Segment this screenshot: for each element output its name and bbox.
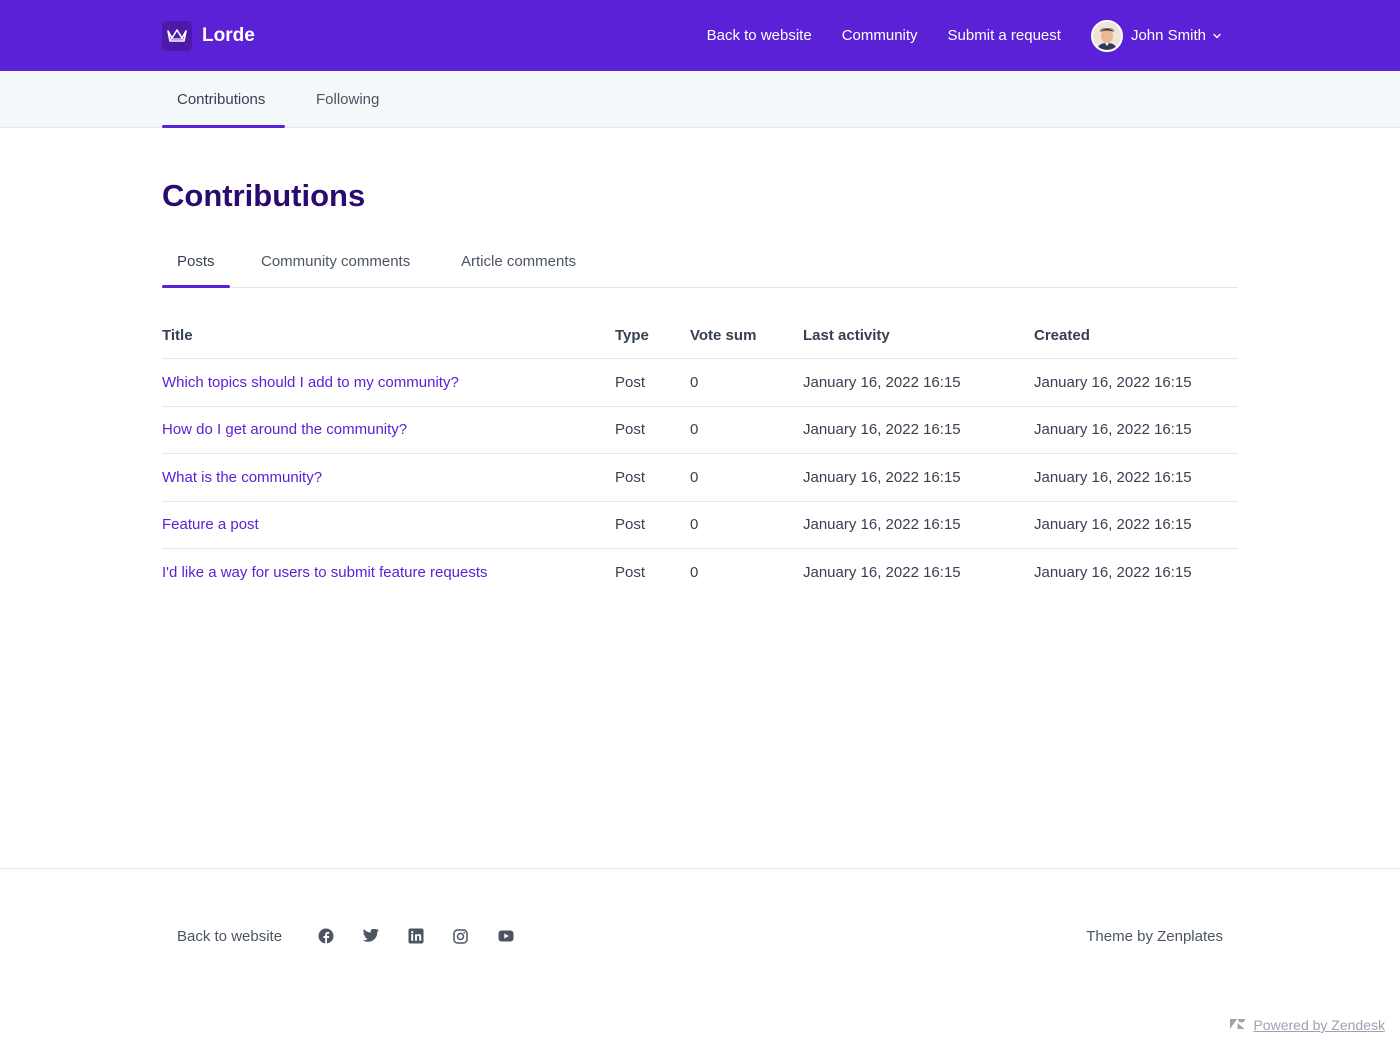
contribution-tabs: Posts Community comments Article comment… bbox=[162, 236, 1238, 288]
post-title-link[interactable]: What is the community? bbox=[162, 469, 322, 486]
table-row: How do I get around the community? Post … bbox=[162, 407, 1238, 454]
post-created: January 16, 2022 16:15 bbox=[1034, 373, 1192, 391]
post-last-activity: January 16, 2022 16:15 bbox=[803, 516, 961, 534]
youtube-icon[interactable] bbox=[483, 922, 528, 950]
powered-by-zendesk-link[interactable]: Powered by Zendesk bbox=[1253, 1017, 1385, 1033]
post-type: Post bbox=[615, 564, 646, 582]
post-created: January 16, 2022 16:15 bbox=[1034, 468, 1192, 486]
post-created: January 16, 2022 16:15 bbox=[1034, 516, 1192, 534]
footer-links: Back to website bbox=[177, 922, 528, 950]
post-last-activity: January 16, 2022 16:15 bbox=[803, 564, 961, 582]
post-last-activity: January 16, 2022 16:15 bbox=[803, 421, 961, 439]
crown-logo-icon bbox=[162, 20, 192, 51]
post-vote-sum: 0 bbox=[690, 564, 699, 582]
post-vote-sum: 0 bbox=[690, 373, 699, 391]
post-type: Post bbox=[615, 373, 646, 391]
table-row: Feature a post Post 0 January 16, 2022 1… bbox=[162, 502, 1238, 549]
table-row: I'd like a way for users to submit featu… bbox=[162, 549, 1238, 597]
post-vote-sum: 0 bbox=[690, 468, 699, 486]
column-header-last-activity: Last activity bbox=[803, 326, 890, 344]
contributions-table: Title Type Vote sum Last activity Create… bbox=[162, 312, 1238, 597]
column-header-type: Type bbox=[615, 326, 649, 344]
nav-submit-request[interactable]: Submit a request bbox=[948, 27, 1061, 44]
post-created: January 16, 2022 16:15 bbox=[1034, 564, 1192, 582]
table-row: Which topics should I add to my communit… bbox=[162, 359, 1238, 407]
tab-following[interactable]: Following bbox=[301, 71, 394, 128]
post-title-link[interactable]: I'd like a way for users to submit featu… bbox=[162, 564, 488, 581]
column-header-vote-sum: Vote sum bbox=[690, 326, 757, 344]
top-nav: Back to website Community Submit a reque… bbox=[677, 0, 1222, 71]
page-title: Contributions bbox=[162, 178, 366, 213]
post-last-activity: January 16, 2022 16:15 bbox=[803, 468, 961, 486]
nav-back-to-website[interactable]: Back to website bbox=[707, 27, 812, 44]
column-header-created: Created bbox=[1034, 326, 1090, 344]
column-header-title: Title bbox=[162, 326, 193, 344]
user-menu-button[interactable]: John Smith bbox=[1090, 19, 1222, 52]
nav-community[interactable]: Community bbox=[842, 27, 918, 44]
footer-back-to-website[interactable]: Back to website bbox=[177, 928, 282, 945]
avatar bbox=[1090, 19, 1123, 52]
social-links bbox=[303, 922, 528, 950]
post-vote-sum: 0 bbox=[690, 516, 699, 534]
brand-name: Lorde bbox=[202, 24, 255, 46]
post-type: Post bbox=[615, 468, 646, 486]
post-title-link[interactable]: Which topics should I add to my communit… bbox=[162, 374, 459, 391]
tab-contributions[interactable]: Contributions bbox=[162, 71, 285, 128]
table-header-row: Title Type Vote sum Last activity Create… bbox=[162, 312, 1238, 359]
profile-subnav: Contributions Following bbox=[0, 71, 1400, 128]
tab-article-comments[interactable]: Article comments bbox=[461, 236, 576, 287]
zendesk-logo-icon bbox=[1229, 1017, 1246, 1033]
powered-by-zendesk: Powered by Zendesk bbox=[1229, 1014, 1385, 1036]
instagram-icon[interactable] bbox=[438, 922, 483, 950]
tab-community-comments[interactable]: Community comments bbox=[261, 236, 410, 287]
theme-credit: Theme by Zenplates bbox=[1086, 927, 1223, 945]
linkedin-icon[interactable] bbox=[393, 922, 438, 950]
post-type: Post bbox=[615, 516, 646, 534]
table-row: What is the community? Post 0 January 16… bbox=[162, 454, 1238, 502]
post-title-link[interactable]: How do I get around the community? bbox=[162, 421, 407, 438]
user-name: John Smith bbox=[1130, 27, 1206, 44]
tab-posts[interactable]: Posts bbox=[162, 236, 230, 288]
post-type: Post bbox=[615, 421, 646, 439]
post-created: January 16, 2022 16:15 bbox=[1034, 421, 1192, 439]
chevron-down-icon bbox=[1212, 31, 1222, 41]
post-vote-sum: 0 bbox=[690, 421, 699, 439]
site-header: Lorde Back to website Community Submit a… bbox=[0, 0, 1400, 71]
twitter-icon[interactable] bbox=[348, 922, 393, 950]
post-last-activity: January 16, 2022 16:15 bbox=[803, 373, 961, 391]
post-title-link[interactable]: Feature a post bbox=[162, 516, 259, 533]
brand-home-link[interactable]: Lorde bbox=[162, 20, 255, 51]
facebook-icon[interactable] bbox=[303, 922, 348, 950]
footer-divider bbox=[0, 868, 1400, 869]
